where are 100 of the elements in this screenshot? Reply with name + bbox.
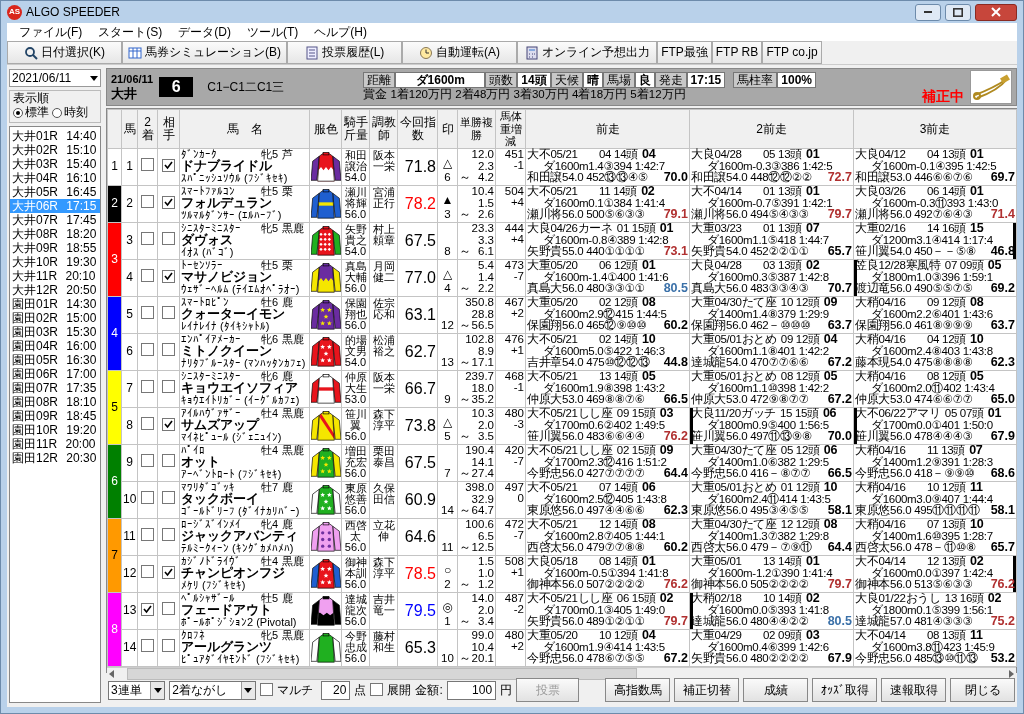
race-list-item[interactable]: 大井12R 20:50 [10,282,100,297]
checkbox[interactable] [141,380,154,394]
action-button[interactable]: ｵｯｽﾞ取得 [812,678,878,702]
minimize-button[interactable] [915,3,941,21]
body-weight: 420 [503,444,524,456]
checkbox[interactable] [162,491,175,505]
checkbox[interactable] [162,343,175,357]
popularity: 8 [444,244,451,259]
radio-option[interactable]: 時刻 [52,105,88,120]
checkbox[interactable] [162,306,175,320]
race-list-item[interactable]: 大井02R 15:10 [10,142,100,157]
scroll-right-icon [1006,668,1016,679]
checkbox[interactable] [141,454,154,468]
checkbox[interactable] [141,528,154,542]
checkbox[interactable] [141,603,154,617]
checkbox[interactable] [162,639,175,653]
menu-item[interactable]: ファイル(F) [11,24,91,40]
action-button[interactable]: 成績 [743,678,809,702]
checkbox[interactable] [141,269,154,283]
place-odds-high: 12.5 [471,542,494,554]
checkbox[interactable] [162,602,175,616]
toolbar-button[interactable]: FTP最強 [657,41,712,64]
checkbox[interactable] [162,270,175,284]
race-list-item[interactable]: 園田09R 18:45 [10,408,100,423]
race-list-item[interactable]: 園田08R 18:10 [10,394,100,409]
race-list-item[interactable]: 園田12R 20:30 [10,450,100,465]
menu-item[interactable]: ツール(T) [239,24,307,40]
dam-name: ｱｰﾍﾞﾝﾄﾛｰﾄ (ﾌｼﾞｷｾｷ) [181,469,283,481]
checkbox[interactable] [370,683,384,697]
checkbox[interactable] [141,232,154,246]
checkbox[interactable] [141,417,154,431]
menu-item[interactable]: ヘルプ(H) [306,24,375,40]
race-list-item[interactable]: 大井07R 17:45 [10,212,100,227]
race-list-item[interactable]: 園田11R 20:00 [10,436,100,451]
bet-method-select[interactable]: 2着ながし [169,680,256,700]
checkbox[interactable] [141,491,154,505]
race-list-item[interactable]: 園田02R 15:00 [10,310,100,325]
horse-number: 8 [121,407,138,444]
checkbox[interactable] [141,565,154,579]
maximize-button[interactable] [945,3,971,21]
race-list-item[interactable]: 大井04R 16:10 [10,170,100,185]
menu-item[interactable]: データ(D) [170,24,239,40]
checkbox[interactable] [162,566,175,580]
race-list-item[interactable]: 園田07R 17:35 [10,380,100,395]
dam-name: ｳｪｻﾞｰﾍﾙﾑ (ﾃｲｴﾑｵﾍﾟﾗｵｰ) [181,284,301,296]
checkbox[interactable] [141,639,154,653]
window-title: ALGO SPEEDER [26,4,121,20]
radio-option[interactable]: 標準 [13,105,49,120]
checkbox[interactable] [141,306,154,320]
toolbar-button[interactable]: 日付選択(K) [7,41,122,64]
checkbox[interactable] [162,454,175,468]
toolbar-button[interactable]: 投票履歴(L) [287,41,402,64]
race-list-item[interactable]: 園田04R 16:00 [10,338,100,353]
toolbar-button[interactable]: FTP RB [712,41,762,64]
action-button[interactable]: 速報取得 [881,678,947,702]
race-list-item[interactable]: 大井01R 14:40 [10,128,100,143]
race-list-item[interactable]: 大井08R 18:20 [10,226,100,241]
date-select[interactable]: 2021/06/11 [9,69,101,87]
win-odds: 350.8 [464,297,494,309]
amount-field[interactable]: 100 [446,680,497,700]
scroll-thumb[interactable] [127,667,637,680]
checkbox[interactable] [259,683,273,697]
race-list-item[interactable]: 園田05R 16:30 [10,352,100,367]
checkbox[interactable] [162,418,175,432]
action-button[interactable]: 閉じる [950,678,1016,702]
menu-item[interactable]: スタート(S) [90,24,171,40]
checkbox[interactable] [162,159,175,173]
race-list-item[interactable]: 園田06R 17:00 [10,366,100,381]
jockey-detail: 西啓太56.0 479－⑦⑨⑪ [691,542,812,555]
race-list-item[interactable]: 園田03R 15:30 [10,324,100,339]
bet-type-select[interactable]: 3連単 [108,680,166,700]
race-list-item[interactable]: 園田01R 14:30 [10,296,100,311]
checkbox[interactable] [141,158,154,172]
toolbar-button[interactable]: 馬券シミュレーション(B) [122,41,287,64]
race-list-item[interactable]: 園田10R 19:20 [10,422,100,437]
race-list-item[interactable]: 大井05R 16:45 [10,184,100,199]
race-result: ダ1600m-0.7⑤391 1:42:1 [707,197,834,209]
weight-change: +2 [509,308,524,320]
range-mark: ～ [459,468,471,480]
place-odds-high: 1.2 [478,579,494,591]
checkbox[interactable] [162,232,175,246]
race-list-item[interactable]: 大井10R 19:30 [10,254,100,269]
action-button[interactable]: 高指数馬 [605,678,671,702]
checkbox[interactable] [141,343,154,357]
toolbar-button[interactable]: オンライン予想出力 [517,41,657,64]
checkbox[interactable] [162,380,175,394]
race-list-item[interactable]: 大井03R 15:40 [10,156,100,171]
race-list-item[interactable]: 大井11R 20:10 [10,268,100,283]
jockey-silks-icon [310,262,341,293]
checkbox[interactable] [141,195,154,209]
race-name: 大稍04/16 [855,296,907,308]
past-index: 58.1 [990,505,1015,518]
toolbar-button[interactable]: 自動運転(A) [402,41,517,64]
race-list-item[interactable]: 大井09R 18:55 [10,240,100,255]
checkbox[interactable] [162,528,175,542]
checkbox[interactable] [162,196,175,210]
close-button[interactable] [975,3,1017,21]
action-button[interactable]: 補正切替 [674,678,740,702]
toolbar-button[interactable]: FTP co.jp [762,41,822,64]
prediction-mark: △ [442,156,453,171]
